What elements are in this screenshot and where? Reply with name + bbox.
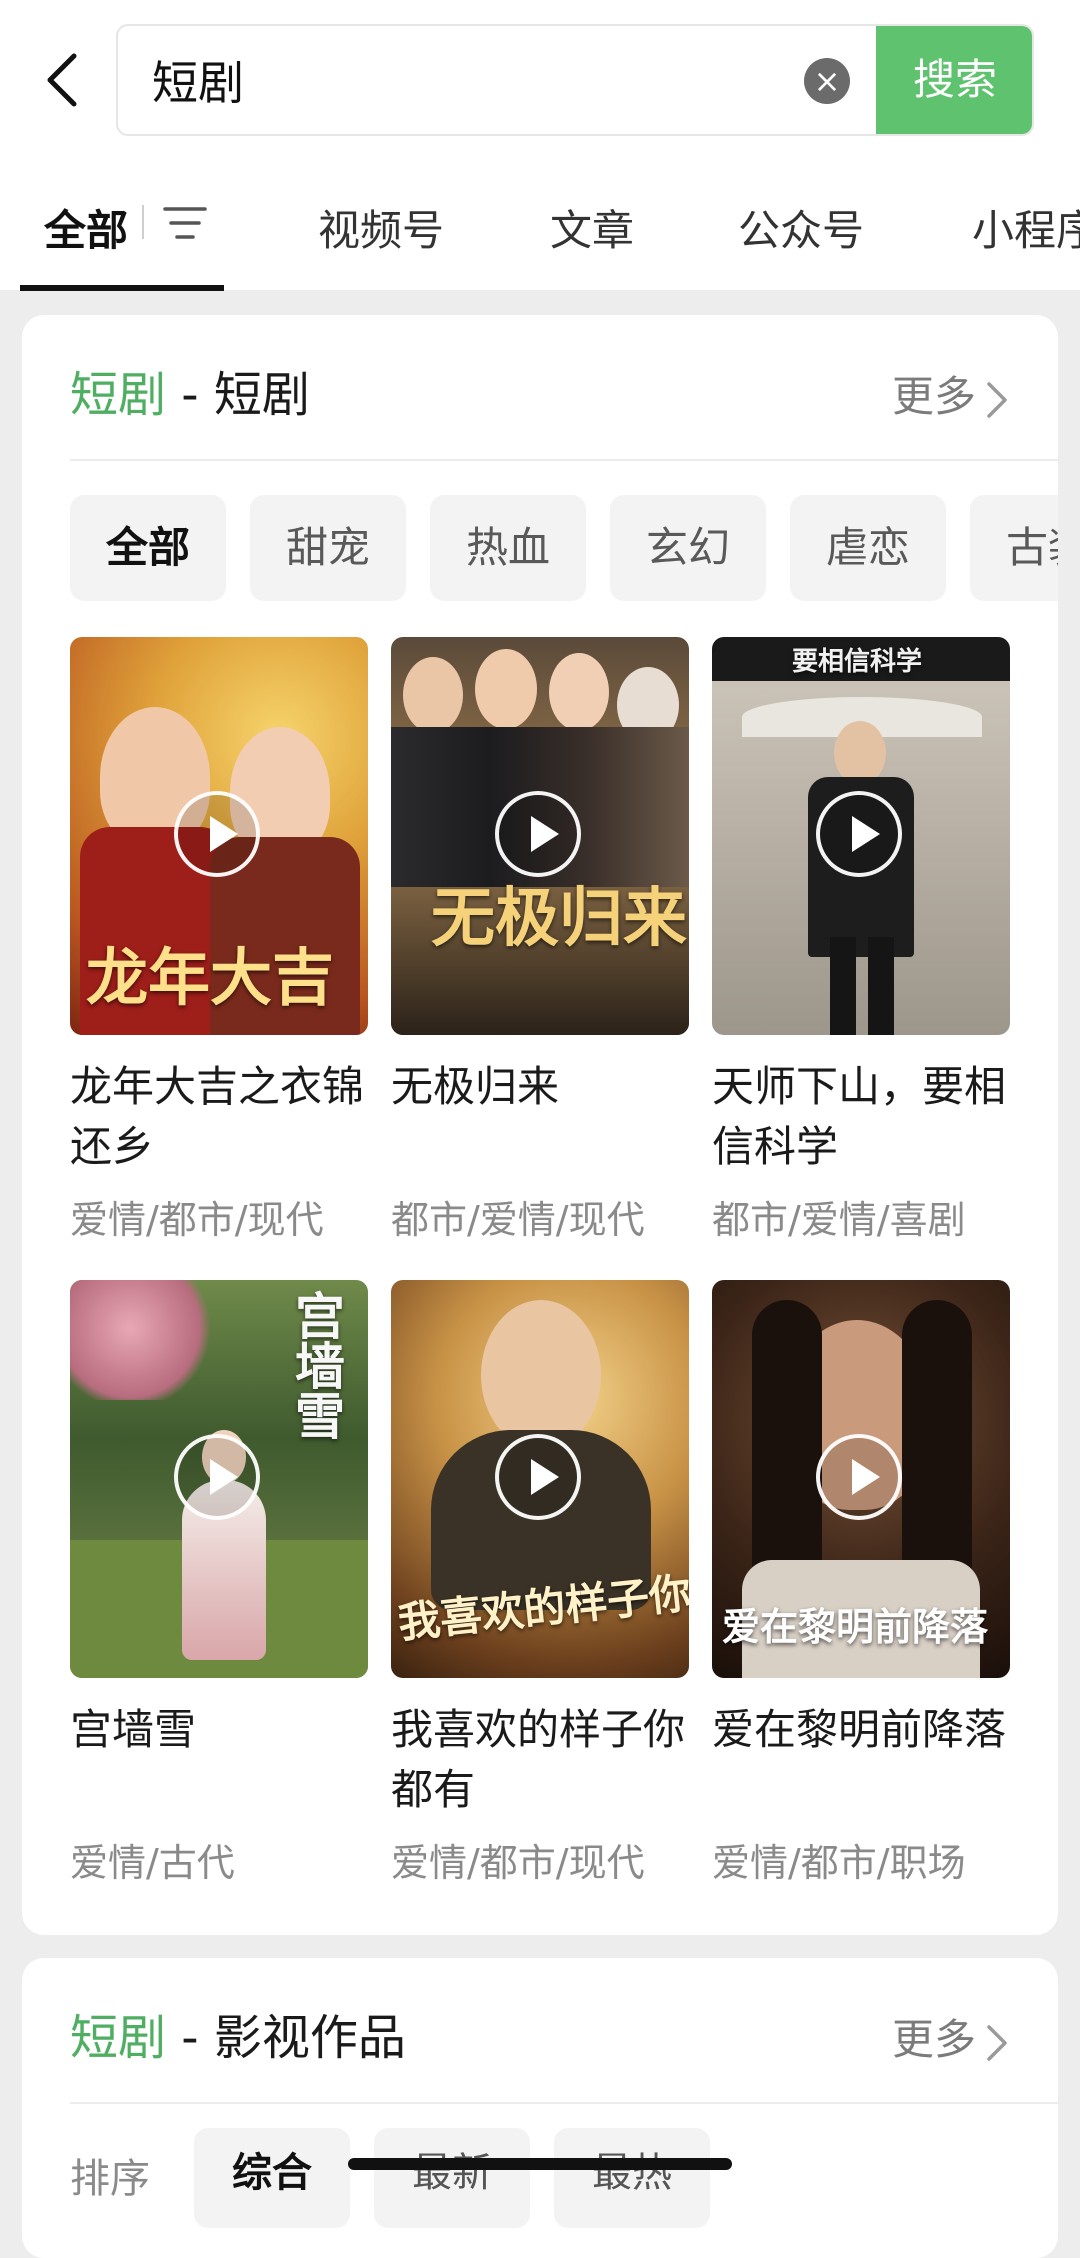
poster-title-text: 龙年大吉 <box>86 941 335 1014</box>
more-link[interactable]: 更多 <box>892 2006 1008 2067</box>
drama-tags: 爱情/都市/现代 <box>70 1198 324 1242</box>
drama-tags: 都市/爱情/喜剧 <box>712 1198 966 1242</box>
chip-angst[interactable]: 虐恋 <box>790 495 946 601</box>
section-keyword: 短剧 <box>70 2010 167 2066</box>
play-icon[interactable] <box>495 791 581 877</box>
chevron-right-icon <box>987 2024 1007 2061</box>
poster-title-text: 宫墙雪 <box>287 1290 346 1440</box>
drama-tags: 爱情/都市/现代 <box>391 1841 645 1885</box>
drama-card[interactable]: 爱在黎明前降落 爱在黎明前降落 爱情/都市/职场 <box>712 1280 1010 1887</box>
sort-comprehensive[interactable]: 综合 <box>194 2128 350 2228</box>
short-drama-card: 短剧 - 短剧 更多 全部 甜宠 热血 玄幻 虐恋 古装 龙年大吉 龙年大吉之衣… <box>22 315 1058 1935</box>
more-link[interactable]: 更多 <box>892 363 1008 424</box>
sort-hottest[interactable]: 最热 <box>554 2128 710 2228</box>
drama-title: 天师下山，要相信科学 <box>712 1062 1007 1171</box>
top-bar: × 搜索 全部 视频号 文章 公众号 小程序 <box>0 0 1080 291</box>
section-keyword: 短剧 <box>70 367 167 423</box>
play-icon[interactable] <box>816 791 902 877</box>
active-tab-indicator <box>20 285 224 291</box>
drama-tags: 爱情/都市/职场 <box>712 1841 966 1885</box>
more-label: 更多 <box>891 2015 976 2064</box>
sort-latest[interactable]: 最新 <box>374 2128 530 2228</box>
home-indicator <box>348 2158 732 2170</box>
tab-all[interactable]: 全部 <box>44 197 128 258</box>
drama-poster: 龙年大吉 <box>70 637 368 1035</box>
drama-tags: 都市/爱情/现代 <box>391 1198 645 1242</box>
back-arrow-icon[interactable] <box>40 50 84 110</box>
section-title-suffix: - 短剧 <box>166 367 310 423</box>
drama-title: 龙年大吉之衣锦还乡 <box>70 1062 365 1171</box>
drama-card[interactable]: 宫墙雪 宫墙雪 爱情/古代 <box>70 1280 368 1887</box>
tab-articles[interactable]: 文章 <box>550 197 634 258</box>
drama-title: 无极归来 <box>391 1062 560 1111</box>
tab-channels[interactable]: 视频号 <box>318 197 444 258</box>
sort-options: 排序 综合 最新 最热 <box>70 2128 1010 2228</box>
sort-label: 排序 <box>70 2156 150 2202</box>
section-title: 短剧 - 影视作品 <box>70 1998 406 2068</box>
drama-card[interactable]: 无极归来 无极归来 都市/爱情/现代 <box>391 637 689 1244</box>
drama-poster: 我喜欢的样子你都有 <box>391 1280 689 1678</box>
chevron-right-icon <box>987 381 1007 418</box>
play-icon[interactable] <box>495 1434 581 1520</box>
clear-search-icon[interactable]: × <box>804 58 850 104</box>
divider <box>70 459 1058 461</box>
chip-fantasy[interactable]: 玄幻 <box>610 495 766 601</box>
drama-poster: 爱在黎明前降落 <box>712 1280 1010 1678</box>
section-title-suffix: - 影视作品 <box>166 2010 406 2066</box>
more-label: 更多 <box>891 372 976 421</box>
drama-title: 宫墙雪 <box>70 1705 197 1754</box>
divider <box>70 2102 1058 2104</box>
drama-poster: 宫墙雪 <box>70 1280 368 1678</box>
drama-card[interactable]: 我喜欢的样子你都有 我喜欢的样子你都有 爱情/都市/现代 <box>391 1280 689 1887</box>
play-icon[interactable] <box>816 1434 902 1520</box>
section-title: 短剧 - 短剧 <box>70 355 310 425</box>
drama-title: 爱在黎明前降落 <box>712 1705 1007 1754</box>
tab-mini-programs[interactable]: 小程序 <box>972 197 1080 258</box>
genre-filter-chips: 全部 甜宠 热血 玄幻 虐恋 古装 <box>70 495 1058 605</box>
chip-action[interactable]: 热血 <box>430 495 586 601</box>
drama-card[interactable]: 要相信科学 天师下山，要相信科学 都市/爱情/喜剧 <box>712 637 1010 1244</box>
chip-sweet-romance[interactable]: 甜宠 <box>250 495 406 601</box>
film-works-card: 短剧 - 影视作品 更多 排序 综合 最新 最热 <box>22 1958 1058 2258</box>
poster-title-text: 爱在黎明前降落 <box>722 1604 989 1649</box>
poster-title-text: 要相信科学 <box>792 647 923 677</box>
search-button[interactable]: 搜索 <box>876 26 1032 134</box>
search-box: × 搜索 <box>116 24 1034 136</box>
play-icon[interactable] <box>174 1434 260 1520</box>
poster-title-text: 无极归来 <box>431 881 687 956</box>
tab-official-accounts[interactable]: 公众号 <box>738 197 864 258</box>
drama-title: 我喜欢的样子你都有 <box>391 1705 686 1814</box>
drama-tags: 爱情/古代 <box>70 1841 235 1885</box>
tab-separator <box>142 205 144 239</box>
search-input[interactable] <box>152 26 792 134</box>
chip-all[interactable]: 全部 <box>70 495 226 601</box>
drama-poster: 要相信科学 <box>712 637 1010 1035</box>
filter-icon[interactable] <box>163 203 207 243</box>
chip-costume[interactable]: 古装 <box>970 495 1058 601</box>
drama-poster: 无极归来 <box>391 637 689 1035</box>
search-category-tabs: 全部 视频号 文章 公众号 小程序 <box>0 175 1080 291</box>
play-icon[interactable] <box>174 791 260 877</box>
drama-card[interactable]: 龙年大吉 龙年大吉之衣锦还乡 爱情/都市/现代 <box>70 637 368 1244</box>
